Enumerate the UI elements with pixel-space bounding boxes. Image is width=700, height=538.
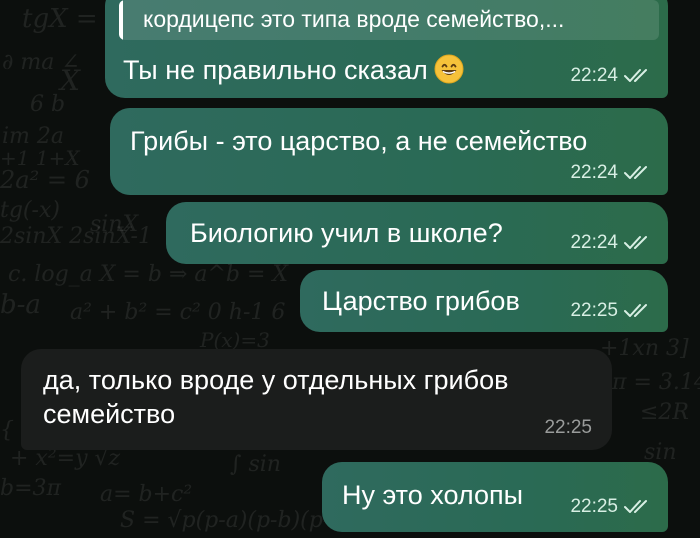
outgoing-message-bubble[interactable]: Грибы - это царство, а не семейство 22:2… [110, 108, 668, 195]
message-line: семейство [43, 399, 176, 429]
message-meta: 22:24 [570, 232, 654, 254]
reply-quote-bar [119, 0, 123, 40]
message-line: да, только вроде у отдельных грибов [43, 365, 509, 395]
message-meta: 22:24 [570, 65, 654, 87]
outgoing-message-bubble[interactable]: Царство грибов 22:25 [300, 270, 668, 332]
grinning-face-emoji [434, 54, 464, 84]
double-check-icon [624, 304, 647, 317]
double-check-icon [624, 166, 647, 179]
message-meta: 22:24 [570, 162, 654, 184]
incoming-message-bubble[interactable]: да, только вроде у отдельных грибов семе… [21, 349, 612, 450]
message-text: Ну это холопы [342, 480, 523, 510]
double-check-icon [624, 69, 647, 82]
message-meta: 22:25 [570, 300, 654, 322]
outgoing-message-bubble[interactable]: Ну это холопы 22:25 [322, 462, 668, 532]
message-time: 22:24 [570, 162, 618, 183]
message-time: 22:25 [544, 417, 592, 438]
reply-quote[interactable]: кордицепс это типа вроде семейство,... [119, 0, 659, 40]
message-text: Ты не правильно сказал [123, 53, 464, 87]
reply-quote-text: кордицепс это типа вроде семейство,... [143, 6, 565, 32]
message-meta: 22:25 [570, 496, 654, 518]
message-text: Грибы - это царство, а не семейство [130, 126, 588, 156]
double-check-icon [624, 500, 647, 513]
message-time: 22:25 [570, 496, 618, 517]
outgoing-message-bubble[interactable]: Биологию учил в школе? 22:24 [166, 202, 668, 264]
double-check-icon [624, 236, 647, 249]
outgoing-message-bubble[interactable]: кордицепс это типа вроде семейство,... Т… [105, 0, 668, 98]
message-text: Биологию учил в школе? [190, 218, 503, 248]
message-text: Царство грибов [322, 286, 520, 316]
message-text: да, только вроде у отдельных грибов семе… [43, 363, 508, 431]
message-meta: 22:25 [544, 417, 592, 439]
message-time: 22:24 [570, 232, 618, 253]
message-time: 22:24 [570, 65, 618, 86]
message-time: 22:25 [570, 300, 618, 321]
